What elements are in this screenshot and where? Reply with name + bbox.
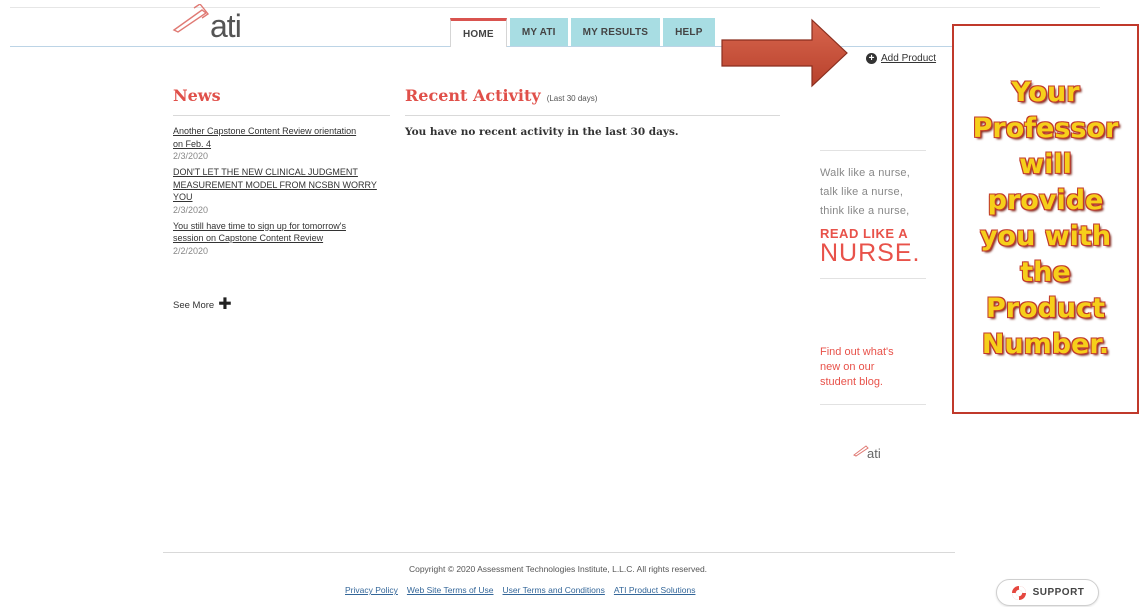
news-link-line: You still have time to sign up for tomor… xyxy=(173,220,346,231)
news-link[interactable]: Another Capstone Content Review orientat… xyxy=(173,125,390,150)
ati-small-logo: ati xyxy=(853,443,893,465)
lifebuoy-icon xyxy=(1011,585,1026,600)
news-date: 2/3/2020 xyxy=(173,204,209,215)
news-title: News xyxy=(173,86,221,105)
news-date: 2/3/2020 xyxy=(173,151,209,161)
see-more-link[interactable]: See More ✚ xyxy=(173,296,232,313)
small-logo-text: ati xyxy=(867,446,881,461)
user-terms-link[interactable]: User Terms and Conditions xyxy=(503,585,605,595)
news-item: DON'T LET THE NEW CLINICAL JUDGMENT MEAS… xyxy=(173,166,390,216)
website-terms-link[interactable]: Web Site Terms of Use xyxy=(407,585,494,595)
student-blog-link[interactable]: Find out what's new on our student blog. xyxy=(820,345,930,390)
news-link-line: DON'T LET THE NEW CLINICAL JUDGMENT xyxy=(173,167,358,177)
nurse-text: NURSE. xyxy=(820,239,921,267)
plus-icon: ✚ xyxy=(218,296,232,313)
news-divider xyxy=(173,115,390,116)
see-more-label: See More xyxy=(173,299,215,311)
news-section: News Another Capstone Content Review ori… xyxy=(173,86,390,261)
tab-my-results[interactable]: MY RESULTS xyxy=(570,18,661,46)
promo-line: Walk like a nurse, xyxy=(820,167,910,179)
promo-line: talk like a nurse, xyxy=(820,186,904,198)
professor-callout-text: Your Professor will provide you with the… xyxy=(958,75,1133,363)
professor-callout: Your Professor will provide you with the… xyxy=(952,24,1139,414)
recent-activity-header: Recent Activity (Last 30 days) xyxy=(405,86,780,105)
footer-divider xyxy=(163,552,955,553)
tab-home[interactable]: HOME xyxy=(450,18,507,47)
news-item: Another Capstone Content Review orientat… xyxy=(173,125,390,162)
sidebar-divider xyxy=(820,404,926,405)
blog-line: new on our xyxy=(820,361,875,373)
callout-line: Number. xyxy=(981,329,1110,360)
blog-line: student blog. xyxy=(820,376,883,388)
callout-line: Your xyxy=(1011,77,1080,108)
recent-activity-title: Recent Activity xyxy=(405,86,541,105)
footer-links: Privacy Policy Web Site Terms of Use Use… xyxy=(345,585,695,595)
news-link[interactable]: DON'T LET THE NEW CLINICAL JUDGMENT MEAS… xyxy=(173,166,390,204)
callout-line: the xyxy=(1020,257,1071,288)
news-link[interactable]: You still have time to sign up for tomor… xyxy=(173,220,390,245)
news-item: You still have time to sign up for tomor… xyxy=(173,220,390,257)
support-button[interactable]: SUPPORT xyxy=(996,579,1099,606)
product-solutions-link[interactable]: ATI Product Solutions xyxy=(614,585,696,595)
blog-line: Find out what's xyxy=(820,346,894,358)
news-link-line: on Feb. 4 xyxy=(173,138,212,149)
recent-activity-subtitle: (Last 30 days) xyxy=(546,94,598,103)
support-label: SUPPORT xyxy=(1032,587,1085,598)
recent-activity-message: You have no recent activity in the last … xyxy=(405,126,679,138)
news-link-line: MEASUREMENT MODEL FROM NCSBN WORRY xyxy=(173,179,377,190)
news-date: 2/2/2020 xyxy=(173,245,209,256)
main-nav-tabs: HOME MY ATI MY RESULTS HELP xyxy=(450,18,715,47)
ati-logo[interactable]: ati xyxy=(172,4,262,46)
callout-line: Product xyxy=(985,293,1106,324)
news-link-line: Another Capstone Content Review orientat… xyxy=(173,126,357,136)
add-product-link[interactable]: + Add Product xyxy=(866,53,936,64)
callout-line: you with xyxy=(979,221,1112,252)
sidebar-divider xyxy=(820,150,926,151)
callout-line: will xyxy=(1019,149,1072,180)
callout-line: Professor xyxy=(972,113,1119,144)
recent-activity-section: Recent Activity (Last 30 days) You have … xyxy=(405,86,780,138)
copyright-text: Copyright © 2020 Assessment Technologies… xyxy=(408,564,708,574)
logo-pen-icon xyxy=(172,4,210,33)
privacy-policy-link[interactable]: Privacy Policy xyxy=(345,585,398,595)
tab-help[interactable]: HELP xyxy=(663,18,715,46)
add-product-label: Add Product xyxy=(881,53,937,64)
news-link-line: session on Capstone Content Review xyxy=(173,233,324,243)
nav-rule xyxy=(10,46,1010,47)
promo-line: think like a nurse, xyxy=(820,205,910,217)
callout-arrow-icon xyxy=(721,18,848,88)
recent-activity-divider xyxy=(405,115,780,116)
sidebar-divider xyxy=(820,278,926,279)
nurse-promo-text[interactable]: Walk like a nurse, talk like a nurse, th… xyxy=(820,164,910,221)
news-link-line: YOU xyxy=(173,192,193,202)
logo-text: ati xyxy=(210,8,242,44)
plus-circle-icon: + xyxy=(866,53,877,64)
news-list: Another Capstone Content Review orientat… xyxy=(173,125,390,257)
callout-line: provide xyxy=(987,185,1104,216)
tab-my-ati[interactable]: MY ATI xyxy=(509,18,568,46)
